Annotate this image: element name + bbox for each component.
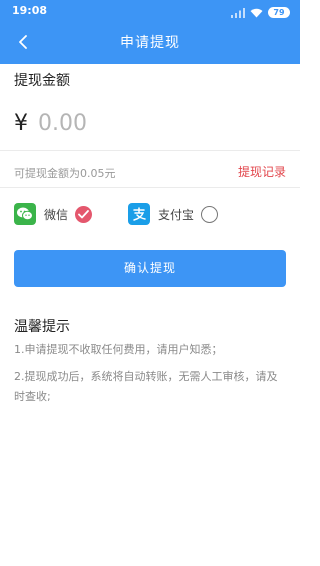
nav-bar: 申请提现 <box>0 24 300 60</box>
status-bar: 19:08 79 <box>0 0 300 24</box>
wechat-label: 微信 <box>44 207 69 222</box>
status-time: 19:08 <box>12 4 48 17</box>
tip-item: 2.提现成功后，系统将自动转账，无需人工审核，请及时查收; <box>14 370 278 403</box>
page-title: 申请提现 <box>120 35 180 51</box>
amount-label: 提现金额 <box>14 73 70 89</box>
tips-title: 温馨提示 <box>14 319 70 335</box>
app-header: 19:08 79 申请提现 <box>0 0 300 64</box>
amount-row: ¥ <box>14 106 286 140</box>
wifi-icon <box>250 3 263 22</box>
payment-option-alipay[interactable]: 支付宝 <box>128 202 219 226</box>
radio-checked-icon[interactable] <box>75 205 93 223</box>
alipay-label: 支付宝 <box>158 207 195 222</box>
tip-item: 1.申请提现不收取任何费用，请用户知悉； <box>14 343 223 356</box>
withdraw-record-link[interactable]: 提现记录 <box>238 163 286 180</box>
amount-input[interactable] <box>38 110 258 136</box>
alipay-icon <box>128 203 150 225</box>
battery-icon: 79 <box>268 6 290 18</box>
radio-unchecked-icon[interactable] <box>201 205 219 223</box>
status-icons: 79 <box>231 5 290 19</box>
divider <box>0 150 300 151</box>
signal-icon <box>231 3 245 22</box>
payment-option-wechat[interactable]: 微信 <box>14 202 93 226</box>
currency-symbol: ¥ <box>14 110 28 136</box>
confirm-withdraw-button[interactable]: 确认提现 <box>14 250 286 287</box>
wechat-icon <box>14 203 36 225</box>
divider <box>0 187 300 188</box>
available-amount: 可提现金额为0.05元 <box>14 167 116 180</box>
